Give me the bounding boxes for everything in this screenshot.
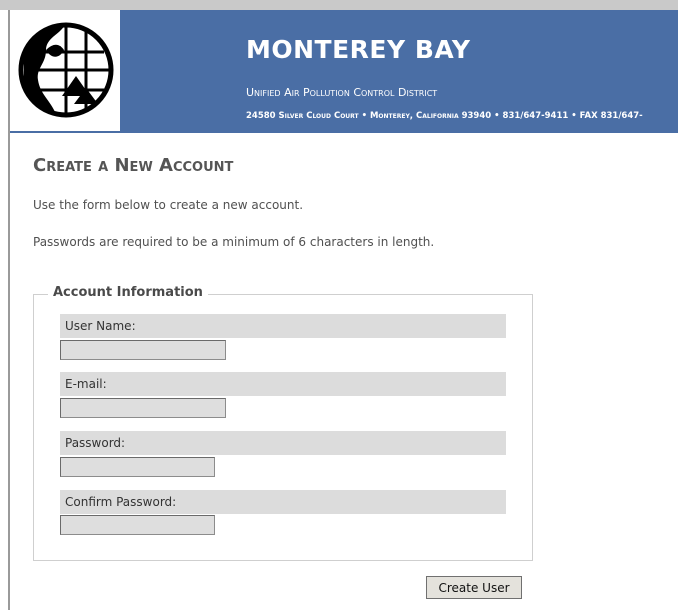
create-user-button[interactable]: Create User <box>426 576 522 599</box>
password-requirement-text: Passwords are required to be a minimum o… <box>33 235 435 249</box>
site-title: MONTEREY BAY <box>246 35 471 64</box>
header-divider <box>10 131 678 133</box>
username-input[interactable] <box>60 340 226 360</box>
globe-logo-icon <box>18 22 114 118</box>
intro-text: Use the form below to create a new accou… <box>33 198 304 212</box>
logo[interactable] <box>10 10 120 131</box>
email-label: E-mail: <box>60 372 506 396</box>
site-header: MONTEREY BAY Unified Air Pollution Contr… <box>10 10 678 131</box>
password-label: Password: <box>60 431 506 455</box>
page-title: Create a New Account <box>33 155 234 176</box>
email-input[interactable] <box>60 398 226 418</box>
username-label: User Name: <box>60 314 506 338</box>
left-border <box>0 10 10 610</box>
site-address: 24580 Silver Cloud Court • Monterey, Cal… <box>246 111 643 121</box>
fieldset-legend: Account Information <box>48 285 208 300</box>
site-subtitle: Unified Air Pollution Control District <box>246 86 438 99</box>
confirm-password-input[interactable] <box>60 515 215 535</box>
top-border <box>0 0 678 10</box>
confirm-password-label: Confirm Password: <box>60 490 506 514</box>
password-input[interactable] <box>60 457 215 477</box>
